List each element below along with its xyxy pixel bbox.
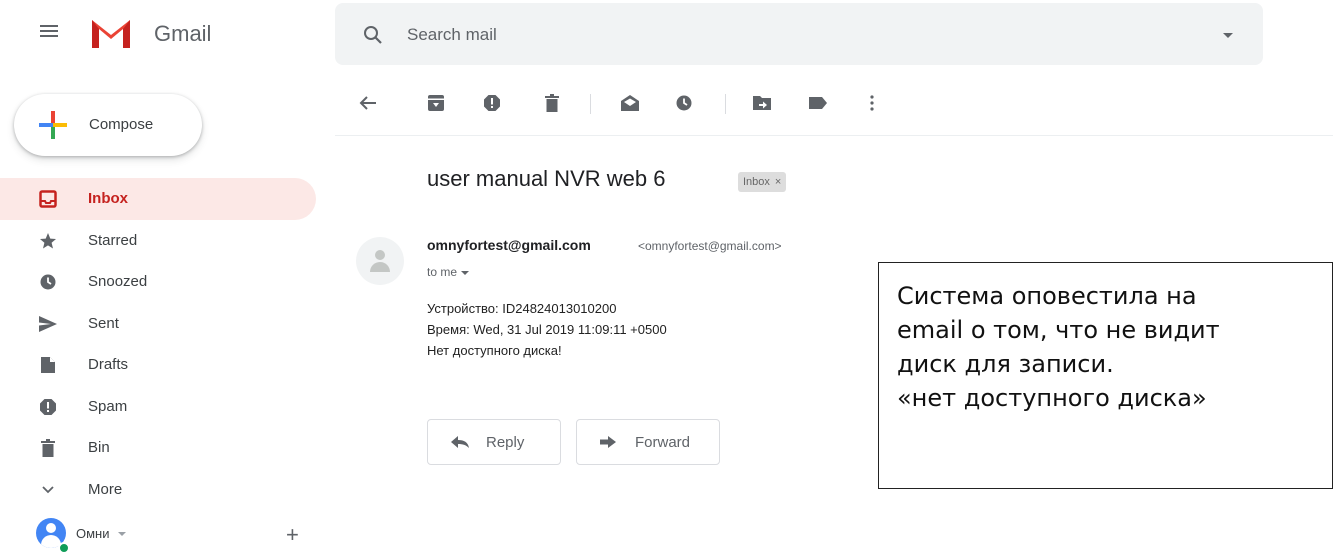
- search-bar[interactable]: Search mail: [335, 3, 1263, 65]
- gmail-logo-icon[interactable]: [88, 16, 134, 50]
- sidebar-item-label: Drafts: [88, 356, 129, 374]
- message-toolbar: [335, 70, 1333, 136]
- trash-icon: [545, 94, 559, 112]
- remove-label-button[interactable]: ×: [775, 176, 781, 188]
- forward-icon: [599, 434, 621, 450]
- inbox-icon: [38, 189, 58, 209]
- spam-icon: [38, 397, 58, 417]
- annotation-line: диск для записи.: [897, 350, 1114, 378]
- sidebar-item-snoozed[interactable]: Snoozed: [0, 261, 316, 303]
- recipients-text: to me: [427, 265, 458, 279]
- sidebar-item-more[interactable]: More: [0, 469, 316, 511]
- sidebar-item-spam[interactable]: Spam: [0, 386, 316, 428]
- archive-icon: [428, 95, 444, 111]
- trash-icon: [38, 438, 58, 458]
- sidebar-nav: Inbox Starred Snoozed Sent Drafts Spam B…: [0, 178, 316, 510]
- more-options-button[interactable]: [861, 92, 883, 114]
- compose-plus-icon: [39, 111, 67, 139]
- sidebar-item-label: Bin: [88, 439, 110, 457]
- chevron-down-icon: [461, 270, 470, 275]
- forward-button[interactable]: Forward: [576, 419, 720, 465]
- sidebar-item-label: More: [88, 480, 123, 498]
- report-spam-button[interactable]: [481, 92, 503, 114]
- search-icon[interactable]: [363, 25, 383, 45]
- envelope-open-icon: [621, 95, 639, 111]
- clock-icon: [38, 272, 58, 292]
- sender-name[interactable]: omnyfortest@gmail.com: [427, 237, 591, 253]
- body-line: Время: Wed, 31 Jul 2019 11:09:11 +0500: [427, 322, 667, 337]
- account-caret-icon[interactable]: [118, 532, 126, 536]
- label-chip-inbox[interactable]: Inbox ×: [738, 172, 787, 192]
- back-button[interactable]: [357, 92, 379, 114]
- archive-button[interactable]: [425, 92, 447, 114]
- account-name[interactable]: Омни: [76, 526, 110, 541]
- sender-email: <omnyfortest@gmail.com>: [638, 239, 782, 253]
- reply-button[interactable]: Reply: [427, 419, 561, 465]
- body-line: Устройство: ID24824013010200: [427, 301, 617, 316]
- sidebar-item-label: Sent: [88, 314, 119, 332]
- sidebar-item-inbox[interactable]: Inbox: [0, 178, 316, 220]
- forward-label: Forward: [635, 433, 691, 451]
- online-status-icon: [58, 542, 70, 553]
- toolbar-divider: [725, 94, 726, 114]
- reply-icon: [450, 434, 472, 450]
- sidebar-item-label: Inbox: [88, 190, 128, 208]
- label-icon: [809, 97, 827, 109]
- app-name: Gmail: [154, 21, 212, 46]
- snooze-button[interactable]: [673, 92, 695, 114]
- compose-button[interactable]: Compose: [14, 94, 202, 156]
- folder-move-icon: [753, 96, 771, 110]
- labels-button[interactable]: [807, 92, 829, 114]
- toolbar-divider: [590, 94, 591, 114]
- message-subject: user manual NVR web 6: [427, 166, 666, 191]
- sidebar-item-sent[interactable]: Sent: [0, 303, 316, 345]
- message-body: Устройство: ID24824013010200 Время: Wed,…: [427, 298, 667, 361]
- draft-icon: [38, 355, 58, 375]
- main-menu-button[interactable]: [36, 22, 62, 44]
- sender-avatar[interactable]: [356, 237, 404, 285]
- delete-button[interactable]: [541, 92, 563, 114]
- body-line: Нет доступного диска!: [427, 343, 562, 358]
- reply-label: Reply: [486, 433, 525, 451]
- sidebar-item-starred[interactable]: Starred: [0, 220, 316, 262]
- recipients-toggle[interactable]: to me: [427, 265, 470, 279]
- annotation-line: email о том, что не видит: [897, 316, 1220, 344]
- move-to-button[interactable]: [751, 92, 773, 114]
- arrow-left-icon: [359, 96, 376, 110]
- sidebar-item-label: Spam: [88, 397, 128, 415]
- more-vert-icon: [870, 95, 874, 111]
- add-account-button[interactable]: +: [286, 522, 299, 548]
- label-chip-text: Inbox: [743, 176, 770, 188]
- sidebar-item-label: Starred: [88, 231, 138, 249]
- sidebar-item-drafts[interactable]: Drafts: [0, 344, 316, 386]
- clock-icon: [676, 95, 692, 111]
- mark-unread-button[interactable]: [619, 92, 641, 114]
- annotation-note: Система оповестила на email о том, что н…: [878, 262, 1333, 489]
- compose-label: Compose: [89, 116, 154, 133]
- send-icon: [38, 314, 58, 334]
- chevron-down-icon: [38, 480, 58, 500]
- star-icon: [38, 231, 58, 251]
- sidebar-item-label: Snoozed: [88, 273, 148, 291]
- annotation-line: «нет доступного диска»: [897, 384, 1207, 412]
- spam-icon: [484, 95, 500, 111]
- sidebar-item-bin[interactable]: Bin: [0, 427, 316, 469]
- annotation-line: Система оповестила на: [897, 282, 1197, 310]
- search-options-icon[interactable]: [1223, 33, 1233, 38]
- search-input[interactable]: Search mail: [407, 25, 497, 45]
- account-switcher[interactable]: Омни +: [36, 518, 316, 553]
